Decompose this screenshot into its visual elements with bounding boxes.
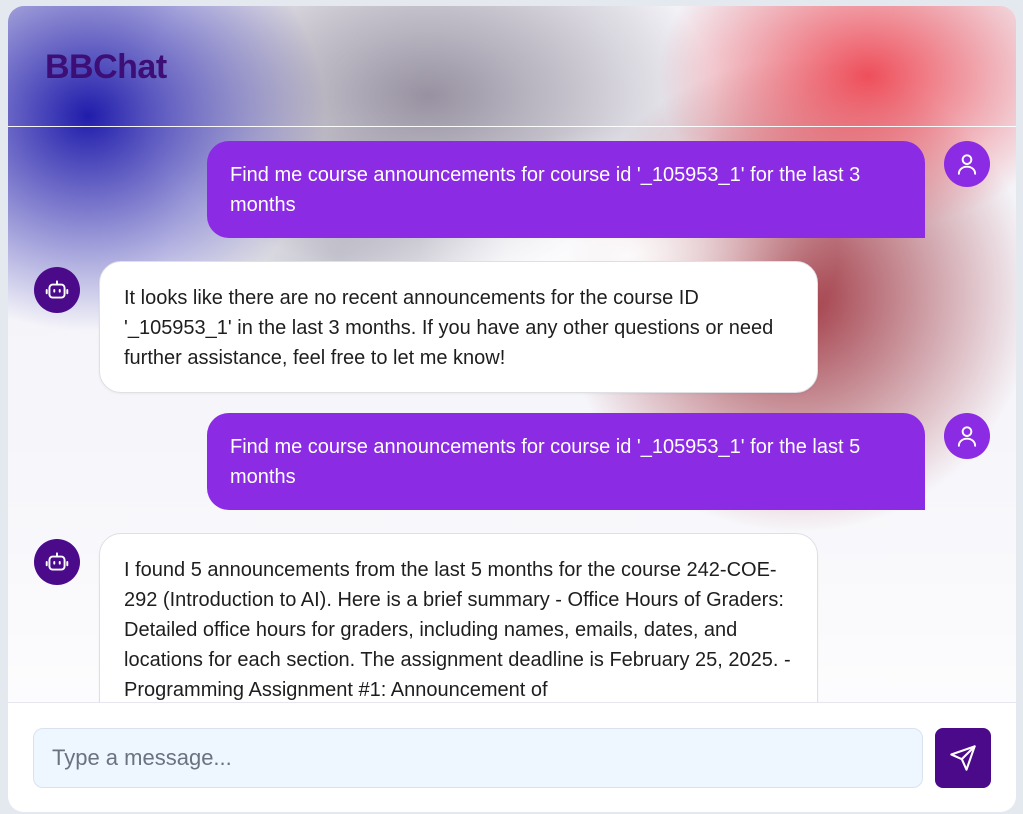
user-message-bubble: Find me course announcements for course …	[207, 141, 925, 238]
user-icon	[957, 154, 977, 175]
bot-avatar	[34, 539, 80, 585]
send-button[interactable]	[935, 728, 991, 788]
user-avatar	[944, 413, 990, 459]
chat-header: BBChat	[8, 6, 1016, 127]
user-icon	[957, 426, 977, 447]
send-icon	[950, 745, 976, 771]
bot-message-bubble: I found 5 announcements from the last 5 …	[99, 533, 818, 702]
user-message-bubble: Find me course announcements for course …	[207, 413, 925, 510]
message-composer	[8, 702, 1016, 812]
bot-message-bubble: It looks like there are no recent announ…	[99, 261, 818, 393]
robot-icon	[45, 280, 69, 299]
chat-window: BBChat Find me course announcements for …	[8, 6, 1016, 812]
app-title: BBChat	[45, 48, 167, 86]
message-input[interactable]	[33, 728, 923, 788]
user-avatar	[944, 141, 990, 187]
bot-avatar	[34, 267, 80, 313]
robot-icon	[45, 552, 69, 571]
message-list[interactable]: Find me course announcements for course …	[8, 128, 1016, 702]
